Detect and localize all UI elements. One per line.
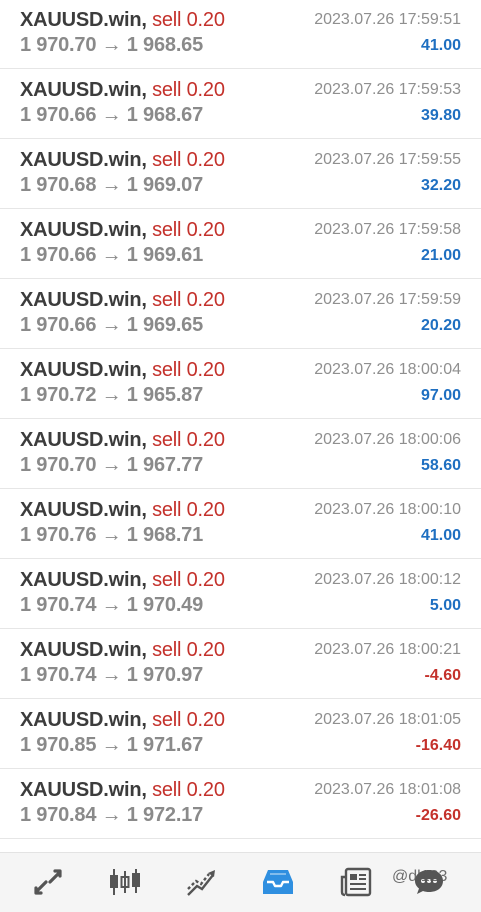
quotes-icon (34, 869, 62, 895)
deal-profit: 97.00 (420, 387, 461, 404)
deal-time: 2023.07.26 17:59:58 (314, 221, 461, 238)
deal-profit: -26.60 (415, 807, 461, 824)
deal-symbol: XAUUSD.win, (20, 499, 147, 521)
deal-profit: 5.00 (429, 597, 461, 614)
chart-icon (110, 869, 140, 895)
deal-profit: -4.60 (424, 667, 461, 684)
deal-prices: 1 970.85 → 1 971.67 (20, 734, 204, 756)
deal-time: 2023.07.26 18:00:04 (314, 361, 461, 378)
nav-quotes[interactable] (31, 865, 65, 899)
nav-trade[interactable] (185, 865, 219, 899)
deal-symbol-line: XAUUSD.win, sell 0.20 (20, 569, 225, 592)
deal-symbol-line: XAUUSD.win, sell 0.20 (20, 709, 225, 732)
deal-prices: 1 970.74 → 1 970.49 (20, 594, 204, 616)
deal-row[interactable]: XAUUSD.win, sell 0.20 1 970.72 → 1 965.8… (0, 349, 481, 419)
trade-icon (187, 870, 215, 896)
deal-prices: 1 970.74 → 1 970.97 (20, 664, 204, 686)
deal-profit: 20.20 (420, 317, 461, 334)
deal-prices: 1 970.66 → 1 968.67 (20, 104, 204, 126)
deal-prices: 1 970.72 → 1 965.87 (20, 384, 204, 406)
deal-type: sell 0.20 (152, 499, 225, 521)
deal-symbol: XAUUSD.win, (20, 639, 147, 661)
deal-time: 2023.07.26 18:01:08 (314, 781, 461, 798)
deal-profit: -16.40 (415, 737, 461, 754)
deal-symbol: XAUUSD.win, (20, 429, 147, 451)
deal-time: 2023.07.26 17:59:55 (314, 151, 461, 168)
deal-row[interactable]: XAUUSD.win, sell 0.20 1 970.85 → 1 971.6… (0, 699, 481, 769)
deal-type: sell 0.20 (152, 79, 225, 101)
deal-symbol-line: XAUUSD.win, sell 0.20 (20, 639, 225, 662)
deal-profit: 39.80 (420, 107, 461, 124)
deal-type: sell 0.20 (152, 149, 225, 171)
deal-symbol-line: XAUUSD.win, sell 0.20 (20, 149, 225, 172)
deal-profit: 41.00 (420, 37, 461, 54)
deal-symbol: XAUUSD.win, (20, 149, 147, 171)
deal-symbol: XAUUSD.win, (20, 709, 147, 731)
deal-symbol-line: XAUUSD.win, sell 0.20 (20, 359, 225, 382)
deal-prices: 1 970.76 → 1 968.71 (20, 524, 204, 546)
deal-prices: 1 970.66 → 1 969.61 (20, 244, 204, 266)
deal-row[interactable]: XAUUSD.win, sell 0.20 1 970.68 → 1 969.0… (0, 139, 481, 209)
deal-type: sell 0.20 (152, 429, 225, 451)
nav-history[interactable] (261, 865, 295, 899)
deal-prices: 1 970.66 → 1 969.65 (20, 314, 204, 336)
deal-profit: 21.00 (420, 247, 461, 264)
deal-row[interactable]: XAUUSD.win, sell 0.20 1 970.74 → 1 970.4… (0, 559, 481, 629)
deal-row[interactable]: XAUUSD.win, sell 0.20 1 970.84 → 1 972.1… (0, 769, 481, 839)
deal-time: 2023.07.26 18:00:12 (314, 571, 461, 588)
deal-symbol: XAUUSD.win, (20, 779, 147, 801)
deal-row[interactable]: XAUUSD.win, sell 0.20 1 970.76 → 1 968.7… (0, 489, 481, 559)
watermark: @dl123 (392, 868, 448, 885)
deal-symbol-line: XAUUSD.win, sell 0.20 (20, 499, 225, 522)
deal-time: 2023.07.26 18:00:10 (314, 501, 461, 518)
deal-type: sell 0.20 (152, 639, 225, 661)
deal-row[interactable]: XAUUSD.win, sell 0.20 1 970.70 → 1 967.7… (0, 419, 481, 489)
deal-type: sell 0.20 (152, 219, 225, 241)
deal-profit: 58.60 (420, 457, 461, 474)
deal-prices: 1 970.70 → 1 967.77 (20, 454, 204, 476)
deal-symbol: XAUUSD.win, (20, 79, 147, 101)
deal-time: 2023.07.26 18:01:05 (314, 711, 461, 728)
deal-type: sell 0.20 (152, 709, 225, 731)
deal-symbol: XAUUSD.win, (20, 289, 147, 311)
deal-symbol-line: XAUUSD.win, sell 0.20 (20, 9, 225, 32)
deal-row[interactable]: XAUUSD.win, sell 0.20 1 970.66 → 1 969.6… (0, 279, 481, 349)
deal-time: 2023.07.26 18:00:21 (314, 641, 461, 658)
deal-time: 2023.07.26 17:59:51 (314, 11, 461, 28)
deal-time: 2023.07.26 17:59:53 (314, 81, 461, 98)
deal-symbol: XAUUSD.win, (20, 219, 147, 241)
deal-prices: 1 970.84 → 1 972.17 (20, 804, 204, 826)
nav-news[interactable] (339, 865, 373, 899)
deal-row[interactable]: XAUUSD.win, sell 0.20 1 970.66 → 1 968.6… (0, 69, 481, 139)
deal-symbol: XAUUSD.win, (20, 359, 147, 381)
deal-symbol: XAUUSD.win, (20, 569, 147, 591)
deal-time: 2023.07.26 17:59:59 (314, 291, 461, 308)
deal-type: sell 0.20 (152, 359, 225, 381)
deal-symbol-line: XAUUSD.win, sell 0.20 (20, 779, 225, 802)
deal-row[interactable]: XAUUSD.win, sell 0.20 1 970.74 → 1 970.9… (0, 629, 481, 699)
deal-type: sell 0.20 (152, 569, 225, 591)
deal-symbol-line: XAUUSD.win, sell 0.20 (20, 79, 225, 102)
deal-row[interactable]: XAUUSD.win, sell 0.20 1 970.66 → 1 969.6… (0, 209, 481, 279)
deal-row[interactable]: XAUUSD.win, sell 0.20 1 970.70 → 1 968.6… (0, 0, 481, 69)
news-icon (340, 867, 372, 897)
deal-time: 2023.07.26 18:00:06 (314, 431, 461, 448)
history-icon (263, 870, 293, 894)
deal-profit: 41.00 (420, 527, 461, 544)
deal-symbol-line: XAUUSD.win, sell 0.20 (20, 429, 225, 452)
deal-symbol: XAUUSD.win, (20, 9, 147, 31)
deal-type: sell 0.20 (152, 9, 225, 31)
deal-symbol-line: XAUUSD.win, sell 0.20 (20, 289, 225, 312)
deal-type: sell 0.20 (152, 289, 225, 311)
deal-profit: 32.20 (420, 177, 461, 194)
deal-symbol-line: XAUUSD.win, sell 0.20 (20, 219, 225, 242)
deal-prices: 1 970.70 → 1 968.65 (20, 34, 204, 56)
deal-type: sell 0.20 (152, 779, 225, 801)
nav-chart[interactable] (108, 865, 142, 899)
deal-prices: 1 970.68 → 1 969.07 (20, 174, 204, 196)
